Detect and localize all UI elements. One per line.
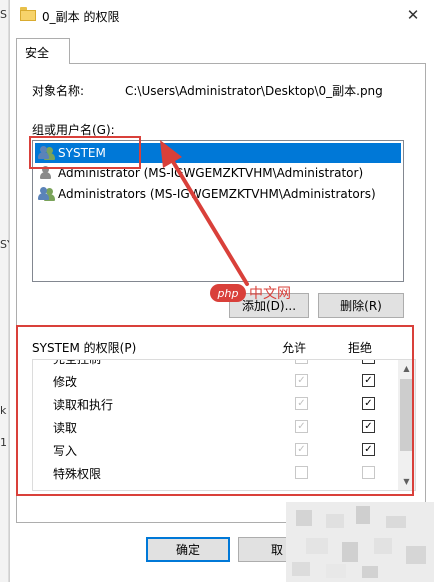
watermark-text: 中文网 (249, 286, 291, 302)
pixelated-watermark-area (286, 502, 434, 582)
tab-security[interactable]: 安全 (16, 38, 70, 64)
watermark-logo: php (210, 284, 246, 302)
tab-label: 安全 (25, 46, 50, 60)
watermark: php 中文网 (210, 283, 291, 303)
